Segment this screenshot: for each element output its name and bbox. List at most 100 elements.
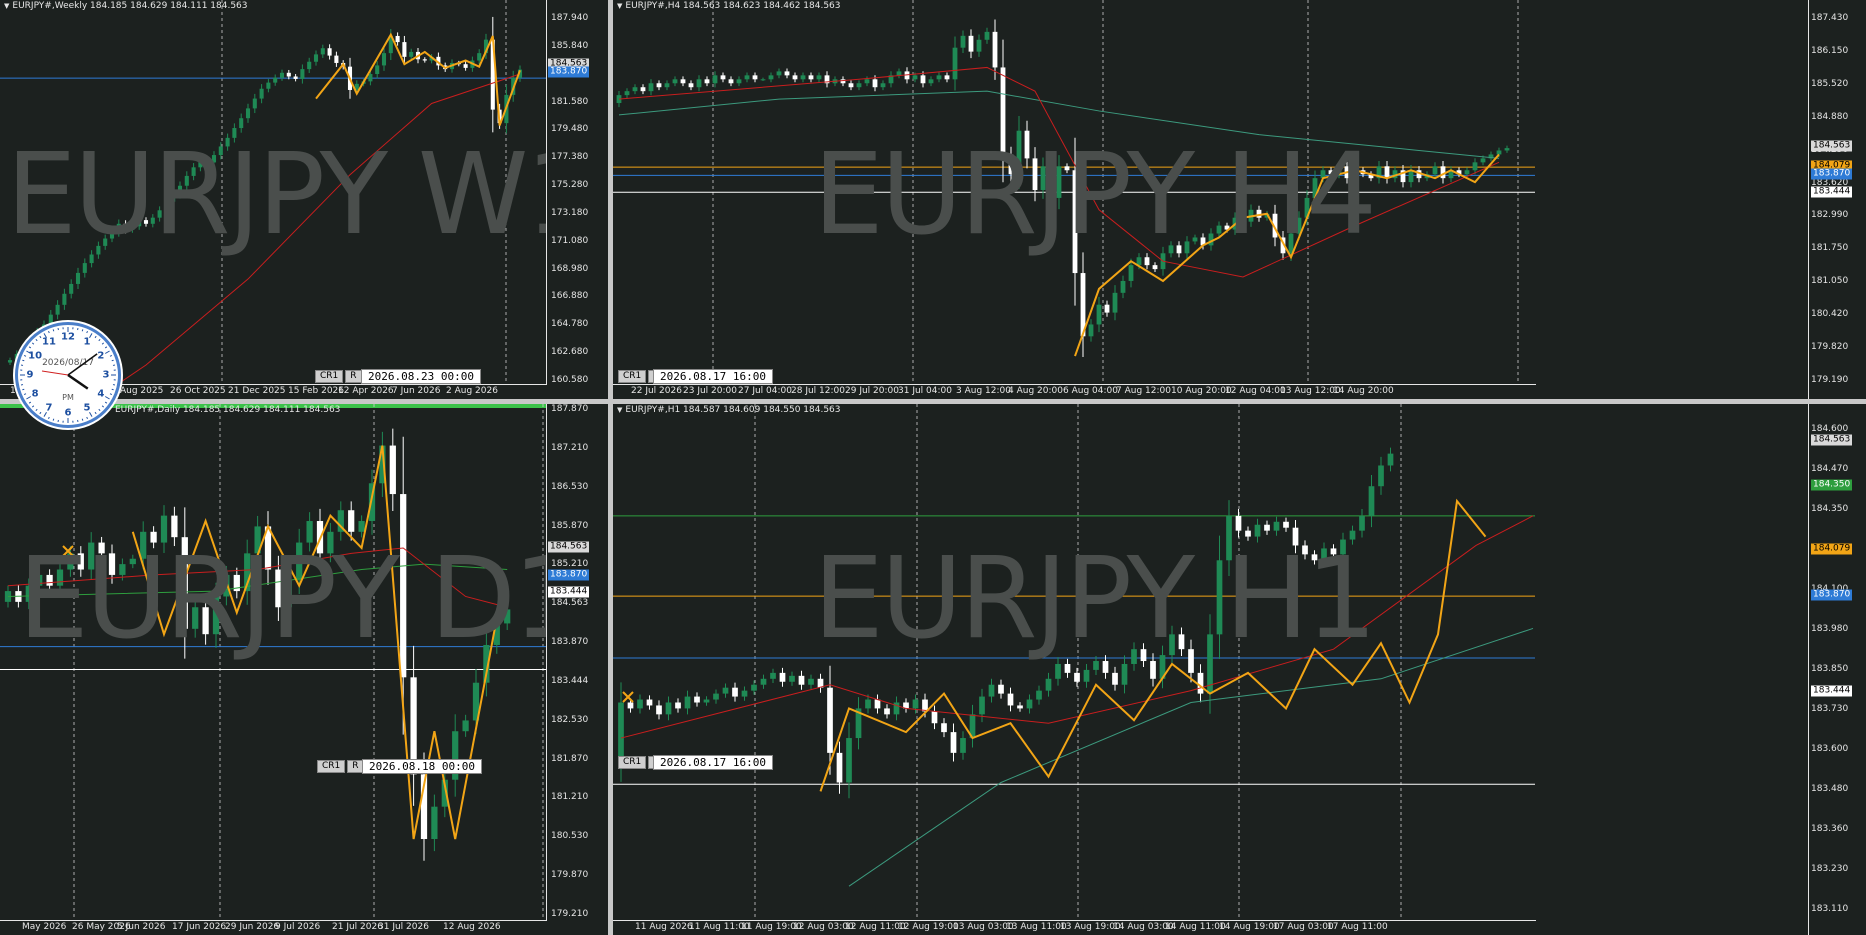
candle-body [800, 75, 806, 80]
candle-body [1368, 486, 1375, 516]
time-axis-h4[interactable]: 22 Jul 2026 23 Jul 20:00 27 Jul 04:00 28 Ju… [613, 384, 1536, 399]
chart-pane-h1[interactable]: ▼ EURJPY#,H1 184.587 184.609 184.550 184.… [613, 404, 1866, 935]
clock-tick [26, 396, 32, 400]
clock-tick [28, 401, 32, 404]
time-tick-label: 13 Aug 12:00 [1280, 386, 1341, 396]
candle-body [798, 675, 805, 685]
chart-header-h4: ▼ EURJPY#,H4 184.563 184.623 184.462 184.… [617, 1, 841, 11]
clock-tick [98, 338, 101, 342]
candle-body [1408, 170, 1414, 183]
candle-body [1074, 672, 1080, 682]
candle-body [48, 314, 53, 325]
time-tick-label: 6 Aug 04:00 [1063, 386, 1118, 396]
clock-number: 9 [26, 369, 34, 381]
candle-body [422, 59, 427, 61]
time-axis-d1[interactable]: May 2026 26 May 2026 5 Jun 2026 17 Jun 2026… [0, 920, 547, 935]
time-tick-label: 12 Apr 2026 [338, 386, 394, 396]
price-tick-label: 180.420 [1811, 309, 1849, 320]
candle-body [82, 263, 87, 273]
price-axis-w1[interactable]: 187.940 185.840 183.870 181.580 179.480 177.3… [546, 0, 608, 399]
candle-body [245, 108, 251, 119]
candle-body [840, 79, 846, 84]
candle-body [618, 702, 624, 762]
price-tick-label: 187.870 [551, 404, 589, 414]
candle-body [732, 687, 738, 697]
price-tick-label: 175.280 [551, 180, 589, 191]
clock-tick [22, 388, 25, 391]
collapse-triangle-icon[interactable]: ▼ [617, 406, 622, 414]
clock-tick [104, 401, 108, 404]
candle-body [960, 738, 966, 753]
candle-body [1359, 515, 1365, 531]
candle-body [680, 79, 686, 84]
cr1-button[interactable]: CR1 [315, 370, 344, 383]
chart-date-box[interactable]: 2026.08.23 00:00 [361, 369, 481, 384]
time-tick-label: 13 Aug 19:00 [1060, 922, 1121, 932]
price-tick-label: 186.530 [551, 481, 589, 492]
clock-tick [31, 342, 35, 345]
clock-tick [39, 335, 42, 339]
candle-body [279, 72, 285, 78]
cr1-button[interactable]: CR1 [618, 370, 647, 383]
price-axis-h4[interactable]: 187.430186.150185.520184.880184.250183.6… [1536, 0, 1866, 399]
time-tick-label: 7 Aug 12:00 [1116, 386, 1171, 396]
price-tick-label: 185.840 [551, 40, 589, 51]
clock-tick [35, 338, 38, 342]
candle-body [856, 83, 862, 88]
chart-date-box[interactable]: 2026.08.18 00:00 [362, 759, 482, 774]
clock-tick [31, 405, 35, 408]
clock-tick [86, 330, 88, 334]
price-axis-h1[interactable]: 184.600184.470184.350184.230184.100183.9… [1536, 404, 1866, 935]
time-tick-label: 14 Aug 19:00 [1219, 922, 1280, 932]
candle-body [1273, 521, 1280, 531]
chart-date-box[interactable]: 2026.08.17 16:00 [653, 369, 773, 384]
price-tick-label: 184.350 [1811, 504, 1849, 514]
price-tag-label: 184.563 [1811, 434, 1853, 446]
time-tick-label: 12 Aug 2026 [443, 922, 501, 932]
candle-body [368, 74, 373, 82]
time-tick-label: 17 Aug 03:00 [1273, 922, 1334, 932]
time-tick-label: 21 Dec 2025 [228, 386, 286, 396]
price-tick-label: 179.820 [1811, 342, 1849, 353]
price-tick-label: 187.940 [551, 13, 589, 23]
cr1-button[interactable]: CR1 [317, 760, 346, 773]
candle-body [632, 87, 638, 92]
price-axis-d1[interactable]: 187.870 187.210 186.530 185.870 185.210 184.5… [546, 404, 608, 935]
candle-body [703, 699, 710, 703]
time-axis-h1[interactable]: 11 Aug 2026 11 Aug 11:00 11 Aug 19:00 12 Au… [613, 920, 1536, 935]
candle-body [375, 65, 380, 75]
time-tick-label: 4 Aug 20:00 [1008, 386, 1063, 396]
candle-body [720, 75, 726, 80]
candle-body [293, 76, 298, 79]
chart-pane-d1[interactable]: EURJPY#,Daily 184.185 184.629 184.111 18… [0, 404, 608, 935]
candle-body [752, 75, 758, 80]
price-tick-label: 181.580 [551, 96, 589, 107]
candle-body [1387, 453, 1394, 466]
price-tick-label: 182.990 [1811, 210, 1849, 221]
time-tick-label: 12 Aug 04:00 [1225, 386, 1286, 396]
chart-pane-h4[interactable]: ▼ EURJPY#,H4 184.563 184.623 184.462 184.… [613, 0, 1866, 399]
time-tick-label: 11 Aug 2026 [635, 922, 693, 932]
candle-body [768, 75, 774, 80]
collapse-triangle-icon[interactable]: ▼ [4, 2, 9, 10]
candle-body [1083, 669, 1090, 682]
r-button[interactable]: R [345, 370, 362, 383]
symbol-watermark: EURJPY W1 [6, 130, 597, 260]
candle-body [7, 360, 13, 363]
candle-body [266, 82, 271, 89]
time-tick-label: 3 Aug 12:00 [956, 386, 1011, 396]
chart-date-box[interactable]: 2026.08.17 16:00 [653, 755, 773, 770]
candle-body [675, 702, 681, 709]
collapse-triangle-icon[interactable]: ▼ [617, 2, 622, 10]
analog-clock-widget[interactable]: 2026/08/17 PM 12 1 2 3 4 5 6 7 8 9 10 11 [15, 322, 121, 428]
candle-body [252, 98, 257, 109]
price-tick-label: 181.870 [551, 753, 589, 764]
clock-tick [101, 405, 105, 408]
price-tick-label: 184.600 [1811, 424, 1849, 434]
price-tick-label: 179.870 [551, 870, 589, 881]
cr1-button[interactable]: CR1 [618, 756, 647, 769]
candle-body [884, 708, 890, 715]
price-tick-label: 179.210 [551, 909, 589, 919]
candle-body [646, 699, 653, 706]
candle-body [1104, 304, 1110, 313]
